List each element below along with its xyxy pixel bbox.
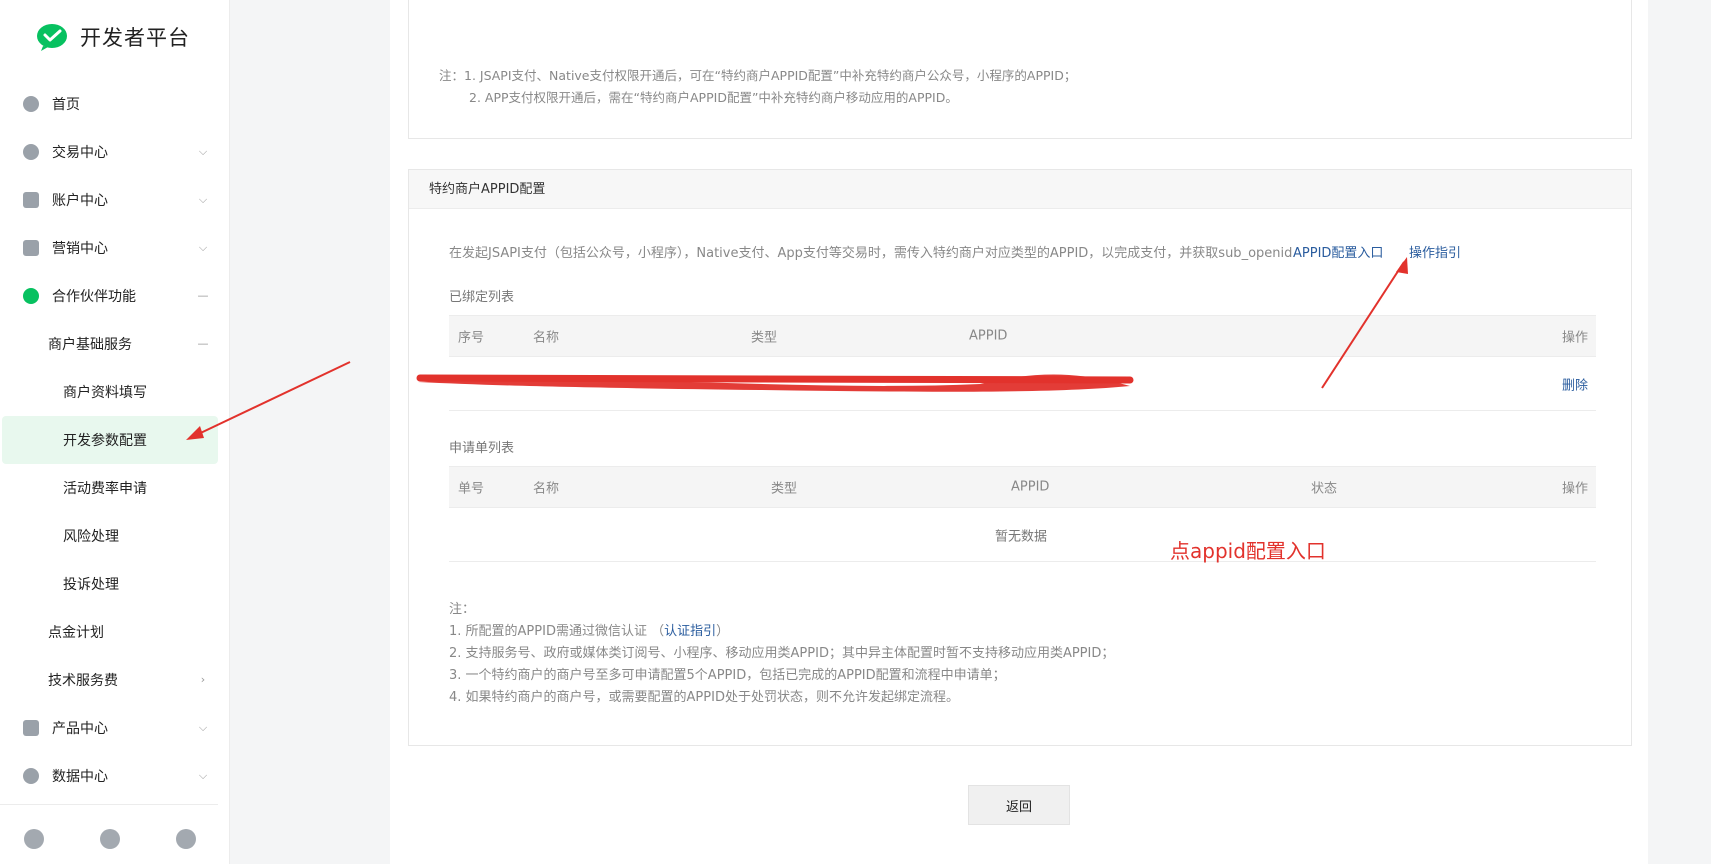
sidebar-item-label: 点金计划 — [48, 625, 104, 641]
col-status: 状态 — [1311, 481, 1338, 497]
sidebar-item-complaints[interactable]: 投诉处理 — [0, 560, 230, 608]
sidebar-item-account[interactable]: 账户中心 ⌵ — [0, 176, 230, 224]
col-name: 名称 — [533, 330, 560, 346]
sidebar-nav: 首页 交易中心 ⌵ 账户中心 ⌵ 营销中心 ⌵ 合作伙伴功能 — 商户基础服务 … — [0, 80, 230, 800]
main-content: 注：1. JSAPI支付、Native支付权限开通后，可在“特约商户APPID配… — [390, 0, 1648, 864]
exchange-icon — [23, 144, 39, 160]
bound-list-title: 已绑定列表 — [449, 290, 515, 305]
col-appid: APPID — [969, 328, 1008, 344]
sidebar-item-data[interactable]: 数据中心 ⌵ — [0, 752, 230, 800]
logo[interactable]: 开发者平台 — [36, 22, 190, 52]
sidebar-item-home[interactable]: 首页 — [0, 80, 230, 128]
apply-list-title: 申请单列表 — [449, 441, 515, 456]
sidebar-item-label: 开发参数配置 — [63, 433, 147, 449]
home-icon — [23, 96, 39, 112]
empty-text: 暂无数据 — [995, 529, 1048, 544]
notification-icon[interactable] — [24, 829, 44, 849]
sidebar-item-transactions[interactable]: 交易中心 ⌵ — [0, 128, 230, 176]
note-1-text: 1. 所配置的APPID需通过微信认证 （ — [449, 624, 665, 639]
user-icon[interactable] — [176, 829, 196, 849]
col-action: 操作 — [1561, 330, 1588, 346]
sidebar-item-label: 营销中心 — [52, 241, 108, 257]
sidebar-item-risk[interactable]: 风险处理 — [0, 512, 230, 560]
collapse-icon: — — [197, 289, 209, 302]
note-4: 4. 如果特约商户的商户号，或需要配置的APPID处于处罚状态，则不允许发起绑定… — [449, 690, 959, 705]
permission-note-2: 2. APP支付权限开通后，需在“特约商户APPID配置”中补充特约商户移动应用… — [469, 90, 958, 105]
sidebar-item-label: 风险处理 — [63, 529, 119, 545]
sidebar-item-label: 商户基础服务 — [48, 337, 132, 353]
chevron-right-icon: › — [200, 673, 206, 686]
col-appid: APPID — [1011, 479, 1050, 495]
chevron-down-icon: ⌵ — [198, 145, 208, 158]
bell-icon[interactable] — [100, 829, 120, 849]
sidebar-item-label: 技术服务费 — [48, 673, 118, 689]
note-1-suffix: ） — [716, 624, 730, 639]
chevron-down-icon: ⌵ — [198, 721, 208, 734]
collapse-icon: — — [197, 337, 209, 350]
col-type: 类型 — [751, 330, 778, 346]
sidebar-item-label: 首页 — [52, 97, 80, 113]
chevron-down-icon: ⌵ — [198, 769, 208, 782]
sidebar-item-label: 交易中心 — [52, 145, 108, 161]
certification-guide-link[interactable]: 认证指引 — [664, 624, 716, 639]
appid-config-link[interactable]: APPID配置入口 — [1293, 242, 1383, 261]
notes-title: 注： — [449, 602, 476, 617]
sidebar-item-partner[interactable]: 合作伙伴功能 — — [0, 272, 230, 320]
chevron-down-icon: ⌵ — [198, 241, 208, 254]
note-1: 1. 所配置的APPID需通过微信认证 （认证指引） — [449, 620, 729, 639]
sidebar-item-label: 投诉处理 — [63, 577, 119, 593]
sidebar-item-products[interactable]: 产品中心 ⌵ — [0, 704, 230, 752]
sidebar-item-activity-rate[interactable]: 活动费率申请 — [0, 464, 230, 512]
note-2: 2. 支持服务号、政府或媒体类订阅号、小程序、移动应用类APPID；其中异主体配… — [449, 646, 1115, 661]
sidebar-item-label: 数据中心 — [52, 769, 108, 785]
data-icon — [23, 768, 39, 784]
table-header: 序号 名称 类型 APPID 操作 — [449, 315, 1596, 357]
note-3: 3. 一个特约商户的商户号至多可申请配置5个APPID，包括已完成的APPID配… — [449, 668, 1006, 683]
sidebar-item-merchant-info[interactable]: 商户资料填写 — [0, 368, 230, 416]
sidebar-item-label: 合作伙伴功能 — [52, 289, 136, 305]
sidebar-item-label: 活动费率申请 — [63, 481, 147, 497]
empty-row: 暂无数据 — [449, 508, 1596, 562]
permission-notes-card: 注：1. JSAPI支付、Native支付权限开通后，可在“特约商户APPID配… — [408, 0, 1632, 139]
table-row: 删除 — [449, 357, 1596, 411]
delete-link[interactable]: 删除 — [1562, 374, 1588, 393]
appid-description: 在发起JSAPI支付（包括公众号，小程序），Native支付、App支付等交易时… — [449, 246, 1293, 261]
card-title: 特约商户APPID配置 — [409, 170, 1631, 209]
col-name: 名称 — [533, 481, 560, 497]
sidebar-item-dev-params[interactable]: 开发参数配置 — [2, 416, 218, 464]
marketing-icon — [23, 240, 39, 256]
sidebar-item-tech-fee[interactable]: 技术服务费 › — [0, 656, 230, 704]
sidebar-item-label: 商户资料填写 — [63, 385, 147, 401]
product-icon — [23, 720, 39, 736]
bound-table: 序号 名称 类型 APPID 操作 删除 — [449, 315, 1596, 411]
col-order-no: 单号 — [458, 481, 485, 497]
back-button[interactable]: 返回 — [968, 785, 1070, 825]
sidebar: 开发者平台 首页 交易中心 ⌵ 账户中心 ⌵ 营销中心 ⌵ 合作伙伴功能 — 商… — [0, 0, 230, 864]
col-type: 类型 — [771, 481, 798, 497]
sidebar-item-gold-plan[interactable]: 点金计划 — [0, 608, 230, 656]
account-icon — [23, 192, 39, 208]
sidebar-item-merchant-basic[interactable]: 商户基础服务 — — [0, 320, 230, 368]
partner-icon — [23, 288, 39, 304]
table-header: 单号 名称 类型 APPID 状态 操作 — [449, 466, 1596, 508]
chevron-down-icon: ⌵ — [198, 193, 208, 206]
sidebar-item-label: 产品中心 — [52, 721, 108, 737]
sidebar-item-marketing[interactable]: 营销中心 ⌵ — [0, 224, 230, 272]
wechat-pay-logo-icon — [37, 24, 67, 51]
logo-text: 开发者平台 — [80, 26, 190, 50]
appid-config-card: 特约商户APPID配置 在发起JSAPI支付（包括公众号，小程序），Native… — [408, 169, 1632, 746]
permission-note-1: 注：1. JSAPI支付、Native支付权限开通后，可在“特约商户APPID配… — [439, 68, 1077, 83]
col-index: 序号 — [458, 330, 485, 346]
guide-link[interactable]: 操作指引 — [1409, 242, 1461, 261]
sidebar-bottom — [0, 804, 218, 864]
col-action: 操作 — [1561, 481, 1588, 497]
annotation-text: 点appid配置入口 — [1170, 539, 1326, 563]
apply-table: 单号 名称 类型 APPID 状态 操作 暂无数据 — [449, 466, 1596, 562]
sidebar-item-label: 账户中心 — [52, 193, 108, 209]
